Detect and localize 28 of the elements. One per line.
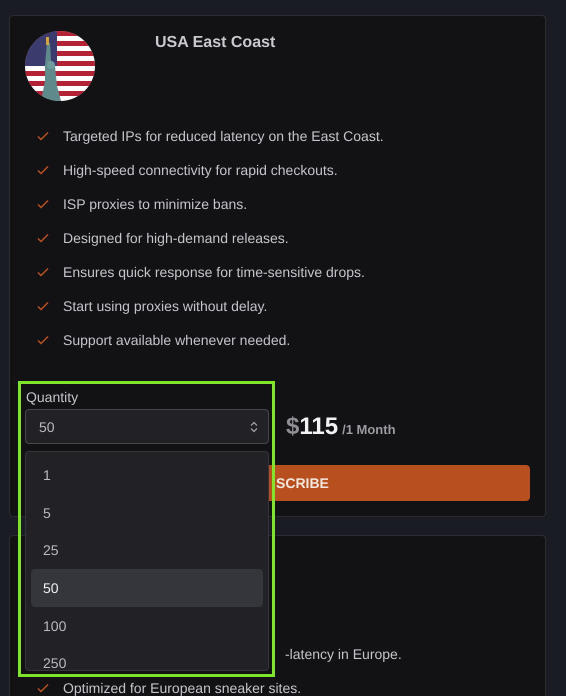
feature-text: Designed for high-demand releases. <box>63 230 289 246</box>
feature-text: Ensures quick response for time-sensitive drops. <box>63 264 365 280</box>
check-icon <box>37 164 49 176</box>
quantity-select[interactable]: 50 <box>25 409 269 444</box>
price-amount: 115 <box>299 412 338 440</box>
check-icon <box>37 300 49 312</box>
feature-text: Support available whenever needed. <box>63 332 290 348</box>
check-icon <box>37 682 49 694</box>
quantity-option[interactable]: 250 <box>31 644 263 670</box>
quantity-option[interactable]: 50 <box>31 569 263 607</box>
feature-text: Start using proxies without delay. <box>63 298 268 314</box>
feature-text: ISP proxies to minimize bans. <box>63 196 248 212</box>
feature-text: Optimized for European sneaker sites. <box>63 680 302 696</box>
check-icon <box>37 232 49 244</box>
quantity-label: Quantity <box>26 389 80 405</box>
check-icon <box>37 266 49 278</box>
feature-text: Targeted IPs for reduced latency on the East Coast. <box>63 128 384 144</box>
quantity-option[interactable]: 100 <box>31 606 263 644</box>
check-icon <box>37 334 49 346</box>
currency-symbol: $ <box>286 412 300 440</box>
feature-text: High-speed connectivity for rapid checkouts. <box>63 162 338 178</box>
feature-text: -latency in Europe. <box>285 646 402 662</box>
price-period: /1 Month <box>342 422 396 436</box>
chevron-icon <box>250 420 258 432</box>
check-icon <box>37 130 49 142</box>
check-icon <box>37 198 49 210</box>
plan-title: USA East Coast <box>155 34 276 52</box>
quantity-option[interactable]: 25 <box>31 531 263 570</box>
